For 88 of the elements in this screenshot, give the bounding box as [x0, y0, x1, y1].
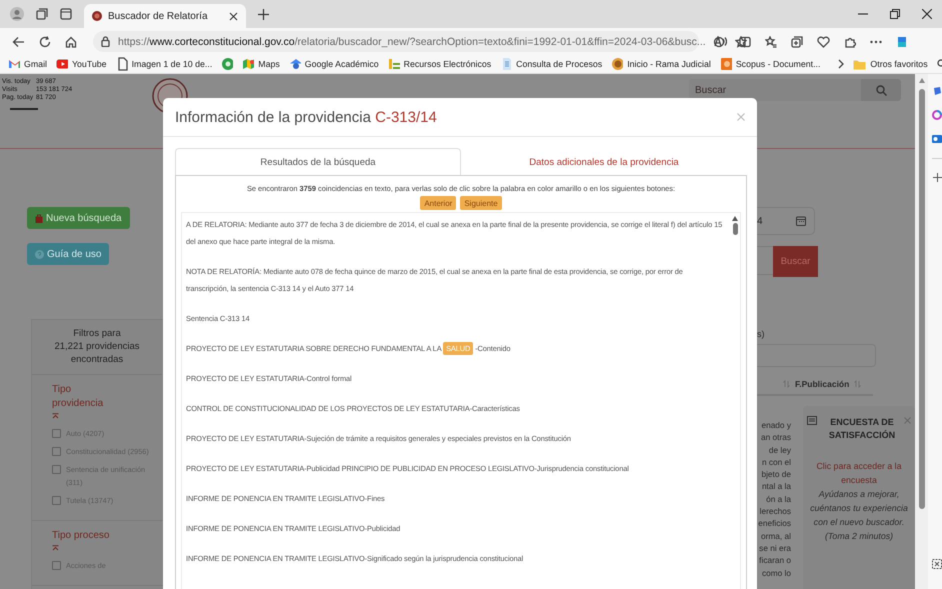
- doc-icon: [500, 57, 512, 71]
- home-icon[interactable]: [65, 36, 77, 48]
- split-screen-icon[interactable]: [739, 36, 751, 48]
- star-icon[interactable]: [734, 36, 747, 48]
- site-favicon: [92, 11, 102, 21]
- bookmark[interactable]: YouTube: [56, 57, 107, 71]
- reload-icon[interactable]: [39, 36, 51, 48]
- heart-icon[interactable]: [817, 36, 830, 48]
- text-fragment: enado y: [760, 419, 791, 432]
- checkbox[interactable]: [52, 561, 61, 570]
- checkbox[interactable]: [52, 496, 61, 505]
- nav-button[interactable]: Anterior: [420, 196, 456, 210]
- bookmark[interactable]: Recursos Electrónicos: [388, 57, 492, 71]
- collections-icon[interactable]: [791, 36, 803, 48]
- seal-icon: [611, 57, 624, 71]
- bookmark[interactable]: Inicio - Rama Judicial: [611, 57, 711, 71]
- bookmark[interactable]: Scopus - Document...: [720, 57, 820, 71]
- search-button[interactable]: [861, 79, 901, 101]
- scroll-up-icon[interactable]: [918, 78, 924, 83]
- circle-logo-icon[interactable]: [221, 57, 234, 71]
- text-fragment: bjeto de: [760, 468, 791, 480]
- calendar-icon[interactable]: [796, 216, 806, 226]
- column-header[interactable]: F.Publicación: [795, 379, 850, 389]
- scholar-icon: [288, 57, 301, 71]
- survey-title: ENCUESTA DE SATISFACCIÓN: [828, 416, 896, 442]
- bag-icon: [35, 214, 43, 222]
- checkbox[interactable]: [52, 447, 61, 456]
- bookmark[interactable]: Imagen 1 de 10 de...: [116, 57, 212, 71]
- text-fragment: n con el: [760, 456, 791, 468]
- checkbox[interactable]: [52, 465, 61, 474]
- search-icon: [876, 84, 886, 96]
- scroll-up-icon[interactable]: [732, 216, 738, 221]
- collapse-icon[interactable]: [52, 545, 59, 551]
- favorites-icon[interactable]: [765, 36, 777, 48]
- tab-title: Buscador de Relatoría: [108, 10, 209, 22]
- text-fragment: eneficios: [757, 517, 791, 530]
- lock-icon: [101, 36, 110, 47]
- browser-tab[interactable]: Buscador de Relatoría: [84, 4, 246, 28]
- new-tab-icon[interactable]: [258, 8, 269, 20]
- form-icon: [807, 416, 817, 425]
- capture-icon[interactable]: [932, 559, 942, 569]
- guide-button[interactable]: Guía de uso: [27, 243, 110, 265]
- restore-icon[interactable]: [890, 9, 900, 19]
- text-fragment: orma, al: [760, 530, 791, 542]
- search-field[interactable]: Buscar: [689, 79, 861, 101]
- bookmark-folder[interactable]: Otros favoritos: [853, 58, 928, 70]
- outlook-icon[interactable]: [932, 134, 942, 144]
- close-icon[interactable]: [229, 12, 238, 20]
- gmail-icon: [8, 57, 20, 71]
- close-icon[interactable]: [922, 9, 932, 19]
- tab[interactable]: Resultados de la búsqueda: [175, 148, 461, 175]
- chevron-right-icon[interactable]: [838, 59, 844, 69]
- field-label: s): [757, 329, 766, 339]
- collapse-icon[interactable]: [52, 413, 59, 419]
- new-search-button[interactable]: Nueva búsqueda: [27, 207, 130, 229]
- help-icon: [35, 250, 44, 258]
- text-fragment: lerechos: [758, 505, 791, 518]
- text-fragment: an otras: [760, 431, 791, 444]
- checkbox[interactable]: [52, 429, 61, 438]
- text-fragment: ntal a la: [760, 480, 791, 493]
- text-fragment: ón a la: [765, 492, 791, 506]
- survey-message: Ayúdanos a mejorar, cuéntanos tu experiencia con el nuevo buscador. (Toma 2 minutos): [809, 488, 909, 543]
- scrollbar-thumb[interactable]: [732, 223, 738, 235]
- tab-actions-icon[interactable]: [60, 8, 72, 20]
- filter-heading: Filtros para 21,221 providencias encontradas: [32, 320, 162, 375]
- bookmark[interactable]: Google Académico: [288, 57, 379, 71]
- url-text: https://www.corteconstitucional.gov.co/relatoria/buscador_new/?searchOption=texto&fini=1992-01-01&ffin=2024-03-06&busc...: [118, 36, 706, 48]
- scrollbar-thumb[interactable]: [918, 89, 924, 509]
- page-icon: [116, 57, 128, 71]
- profile-icon[interactable]: [10, 7, 24, 21]
- scopus-icon: [720, 57, 732, 71]
- text-fragment: ficaran o: [758, 554, 791, 567]
- modal-title: Información de la providencia C-313/14: [175, 108, 437, 126]
- bookmark[interactable]: Consulta de Procesos: [500, 57, 602, 71]
- maps-icon: [242, 57, 254, 71]
- folder-icon: [853, 58, 866, 70]
- extensions-icon[interactable]: [844, 36, 856, 48]
- text-fragment: de ley: [768, 444, 791, 456]
- text-fragment: como lo: [760, 566, 791, 579]
- bookmark[interactable]: Maps: [242, 57, 280, 71]
- nav-button[interactable]: Siguiente: [460, 196, 502, 210]
- text-fragment: se ni era: [758, 542, 791, 554]
- more-icon[interactable]: [870, 40, 882, 44]
- input-field[interactable]: [757, 344, 876, 367]
- add-icon[interactable]: [933, 173, 942, 182]
- back-icon[interactable]: [12, 36, 25, 48]
- workspaces-icon[interactable]: [36, 8, 48, 20]
- bookmark[interactable]: Gmail: [8, 57, 47, 71]
